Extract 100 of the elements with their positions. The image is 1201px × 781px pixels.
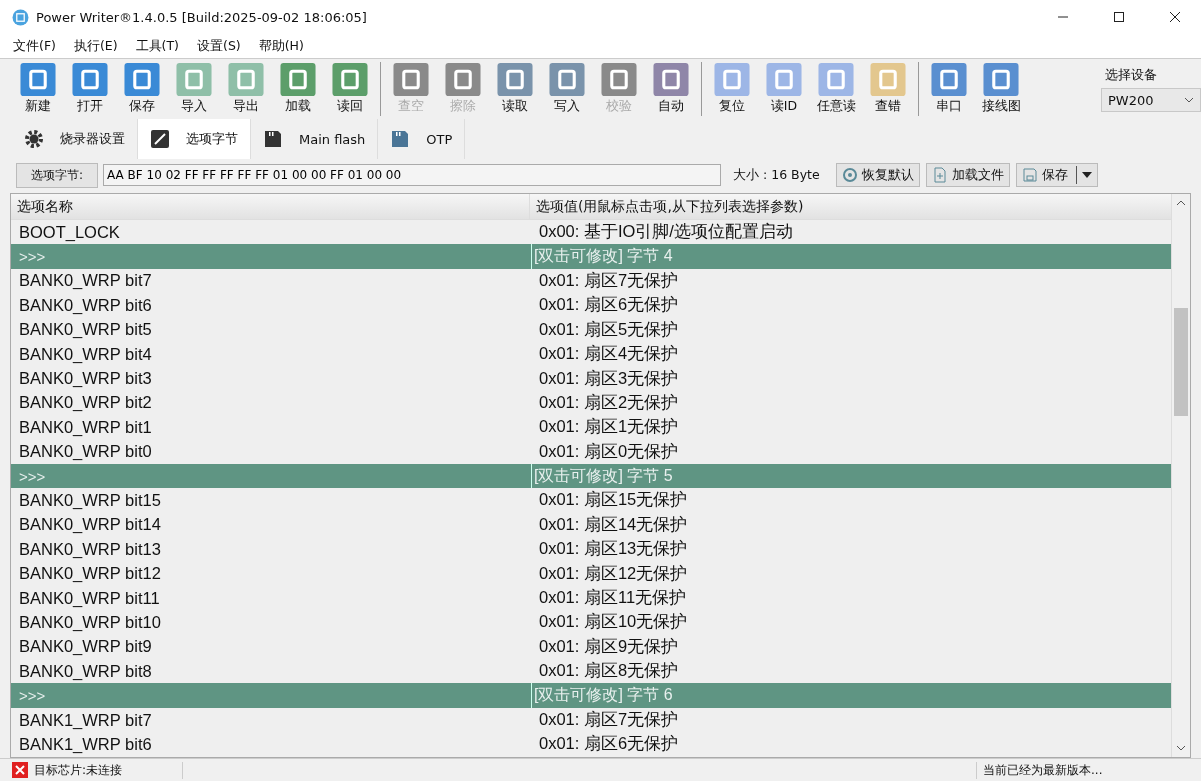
toolbar-button[interactable]: 保存	[116, 63, 168, 115]
table-cell[interactable]: 0x01: 扇区6无保护	[531, 293, 1171, 318]
toolbar-button[interactable]: 导出	[220, 63, 272, 115]
table-cell-text: BANK0_WRP bit7	[18, 270, 153, 292]
gear-icon	[24, 129, 44, 149]
tile-icon	[601, 63, 637, 96]
toolbar-button[interactable]: 读ID	[758, 63, 810, 115]
scroll-thumb[interactable]	[1174, 308, 1188, 416]
tile-icon	[818, 63, 854, 96]
table-cell-text: BANK0_WRP bit15	[18, 490, 162, 511]
tile-icon	[72, 63, 108, 96]
maximize-icon[interactable]	[1113, 11, 1125, 23]
dropdown-icon	[1081, 172, 1092, 178]
toolbar-button[interactable]: 新建	[12, 63, 64, 115]
option-bytes-field[interactable]: AA BF 10 02 FF FF FF FF FF 01 00 00 FF 01 00 00	[103, 164, 722, 186]
toolbar-button[interactable]: 打开	[64, 63, 116, 115]
table-cell-text: BANK0_WRP bit13	[18, 538, 162, 560]
table-cell-text: BANK0_WRP bit8	[18, 660, 153, 682]
table-cell[interactable]: 0x01: 扇区0无保护	[531, 439, 1171, 464]
toolbar-button[interactable]: 查错	[862, 63, 914, 115]
floppy-icon	[390, 129, 411, 149]
status-text: 当前已经为最新版本...	[976, 761, 1201, 779]
toolbar-button[interactable]: 加载	[272, 63, 324, 115]
tile-icon	[497, 63, 533, 96]
floppy-icon	[263, 129, 283, 149]
tile-icon	[549, 63, 585, 96]
table-cell-text: BANK0_WRP bit10	[18, 611, 162, 633]
table-cell[interactable]: 0x01: 扇区7无保护	[531, 268, 1171, 294]
column-header[interactable]: 选项名称	[11, 194, 529, 219]
table-cell[interactable]: 0x01: 扇区12无保护	[531, 561, 1171, 586]
menu-item[interactable]: 执行(E)	[70, 37, 121, 55]
table-cell-text: BANK0_WRP bit2	[18, 392, 153, 414]
table-cell-text: BANK0_WRP bit14	[18, 514, 162, 536]
table-cell[interactable]: 0x01: 扇区4无保护	[531, 341, 1171, 367]
toolbar-button[interactable]: 读取	[489, 63, 541, 115]
table-cell[interactable]: 0x01: 扇区3无保护	[531, 366, 1171, 391]
scroll-up-icon[interactable]	[1176, 200, 1186, 206]
tile-icon	[714, 63, 750, 96]
table-cell[interactable]: 0x00: 基于IO引脚/选项位配置启动	[531, 220, 1171, 245]
toolbar-button[interactable]: 任意读	[810, 63, 862, 115]
restore-icon	[841, 167, 858, 183]
tile-icon	[870, 63, 906, 96]
table-cell-text: BANK0_WRP bit4	[18, 343, 153, 365]
toolbar-button[interactable]: 导入	[168, 63, 220, 115]
menu-item[interactable]: 设置(S)	[194, 37, 244, 55]
error-icon	[12, 762, 28, 778]
app-icon	[12, 8, 29, 26]
table-cell-text: BANK0_WRP bit12	[18, 563, 162, 585]
menu-item[interactable]: 文件(F)	[10, 37, 59, 55]
toolbar-button[interactable]: 串口	[923, 63, 975, 115]
table-cell-text: BANK0_WRP bit11	[18, 587, 161, 609]
table-cell-text: BANK1_WRP bit7	[18, 709, 153, 731]
tile-icon	[445, 63, 481, 96]
save-icon	[1021, 167, 1038, 183]
tile-icon	[653, 63, 689, 96]
option-button[interactable]: 保存	[1015, 163, 1098, 187]
toolbar-button[interactable]: 接线图	[975, 63, 1027, 115]
toolbar-button[interactable]: 读回	[324, 63, 376, 115]
tile-icon	[393, 63, 429, 96]
table-cell[interactable]: 0x01: 扇区6无保护	[531, 732, 1171, 757]
menu-item[interactable]: 工具(T)	[132, 37, 182, 55]
table-cell[interactable]: 0x01: 扇区14无保护	[531, 512, 1171, 538]
toolbar-button[interactable]: 自动	[645, 63, 697, 115]
option-bytes-label: 选项字节:	[16, 162, 99, 188]
table-cell[interactable]: 0x01: 扇区10无保护	[531, 610, 1171, 635]
scroll-down-icon[interactable]	[1176, 745, 1186, 751]
tile-icon	[176, 63, 212, 96]
table-cell-text: >>>	[18, 686, 47, 707]
toolbar-button[interactable]: 复位	[706, 63, 758, 115]
device-label: 选择设备	[1104, 66, 1157, 84]
option-button[interactable]: 恢复默认	[835, 163, 920, 187]
tile-icon	[20, 63, 56, 96]
table-cell[interactable]: 0x01: 扇区11无保护	[531, 585, 1171, 611]
table-cell[interactable]: 0x01: 扇区8无保护	[531, 659, 1171, 684]
table-cell-text: >>>	[18, 247, 47, 268]
table-cell[interactable]: 0x01: 扇区15无保护	[531, 488, 1171, 513]
table-cell-text: BOOT_LOCK	[18, 221, 121, 243]
table-cell[interactable]: 0x01: 扇区9无保护	[531, 634, 1171, 660]
table-cell[interactable]: 0x01: 扇区7无保护	[531, 707, 1171, 733]
table-cell[interactable]: 0x01: 扇区13无保护	[531, 537, 1171, 562]
table-cell[interactable]: 0x01: 扇区5无保护	[531, 317, 1171, 342]
file-add-icon	[931, 167, 948, 183]
table-cell[interactable]: 0x01: 扇区2无保护	[531, 390, 1171, 416]
table-cell-text: BANK0_WRP bit0	[18, 441, 153, 463]
device-dropdown[interactable]: PW200	[1101, 88, 1201, 112]
menu-item[interactable]: 帮助(H)	[255, 37, 307, 55]
tile-icon	[332, 63, 368, 96]
table-cell-text: BANK0_WRP bit9	[18, 636, 153, 658]
table-cell-text: BANK0_WRP bit3	[18, 368, 153, 390]
toolbar-button[interactable]: 写入	[541, 63, 593, 115]
tile-icon	[280, 63, 316, 96]
option-button[interactable]: 加载文件	[925, 163, 1010, 187]
table-cell[interactable]: 0x01: 扇区1无保护	[531, 415, 1171, 440]
scrollbar[interactable]	[1171, 194, 1190, 757]
chevron-icon	[1184, 97, 1194, 103]
close-icon[interactable]	[1169, 11, 1181, 23]
table-cell-text: BANK0_WRP bit5	[18, 319, 153, 341]
tab[interactable]: 选项字节	[138, 119, 251, 159]
table-cell-text: BANK0_WRP bit1	[18, 416, 153, 438]
tile-icon	[931, 63, 967, 96]
